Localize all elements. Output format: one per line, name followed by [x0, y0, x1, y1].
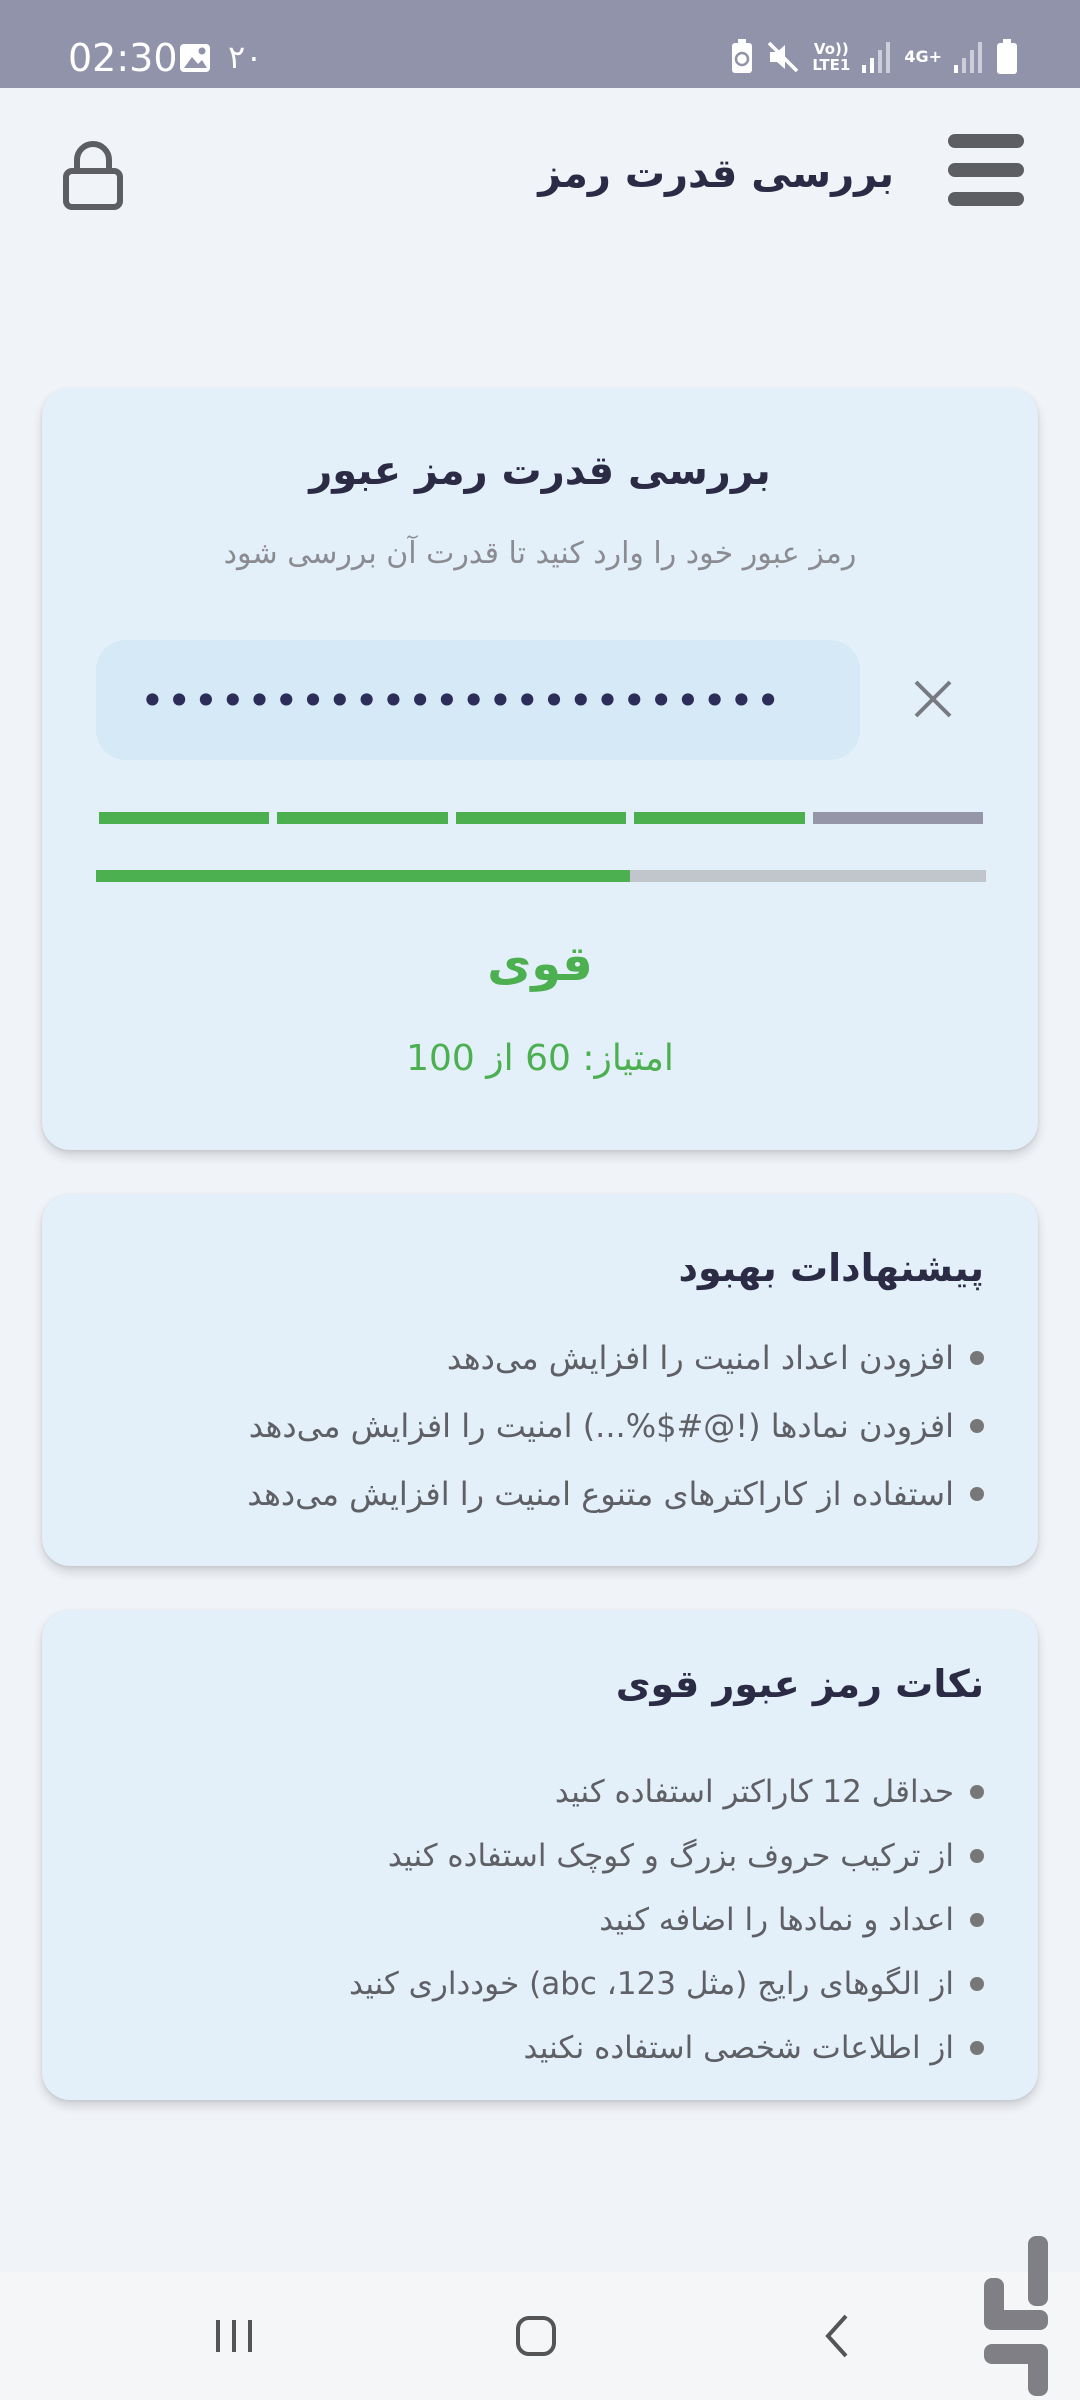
bullet-icon — [970, 1785, 984, 1799]
strength-segment — [634, 812, 805, 824]
notification-count: ۲۰ — [228, 38, 263, 76]
lock-icon[interactable] — [62, 140, 124, 210]
list-item: اعداد و نمادها را اضافه کنید — [82, 1888, 984, 1952]
network-type: 4G+ — [904, 47, 942, 66]
list-item: افزودن نمادها (!@#$%...) امنیت را افزایش… — [82, 1392, 984, 1460]
tips-list: حداقل 12 کاراکتر استفاده کنید از ترکیب ح… — [82, 1760, 984, 2080]
store-logo-icon — [984, 2236, 1048, 2396]
mute-icon — [768, 41, 799, 73]
list-item: حداقل 12 کاراکتر استفاده کنید — [82, 1760, 984, 1824]
recent-apps-icon[interactable] — [204, 2306, 264, 2366]
strength-segment — [277, 812, 448, 824]
checker-subtitle: رمز عبور خود را وارد کنید تا قدرت آن برر… — [223, 536, 857, 571]
list-item: از ترکیب حروف بزرگ و کوچک استفاده کنید — [82, 1824, 984, 1888]
list-item: افزودن اعداد امنیت را افزایش می‌دهد — [82, 1324, 984, 1392]
checker-title: بررسی قدرت رمز عبور — [309, 448, 771, 494]
status-time: 02:30 — [68, 36, 178, 80]
home-icon[interactable] — [506, 2306, 566, 2366]
password-input[interactable]: •••••••••••••••••••••••• — [96, 640, 860, 760]
battery-icon — [997, 39, 1017, 74]
list-item: استفاده از کاراکترهای متنوع امنیت را افز… — [82, 1460, 984, 1528]
tips-card: نکات رمز عبور قوی حداقل 12 کاراکتر استفا… — [42, 1610, 1038, 2100]
status-icons: Vo)) LTE1 4G+ — [730, 34, 1018, 80]
bullet-icon — [970, 1849, 984, 1863]
strength-segment — [812, 812, 984, 824]
signal-icon — [954, 42, 982, 73]
back-icon[interactable] — [808, 2306, 868, 2366]
strength-segment — [455, 812, 627, 824]
list-item: از الگوهای رایج (مثل 123، abc) خودداری ک… — [82, 1952, 984, 2016]
system-nav-bar — [0, 2272, 1080, 2400]
strength-progress-bar — [96, 870, 986, 882]
strength-segment — [99, 812, 270, 824]
strength-label: قوی — [487, 936, 593, 992]
bullet-icon — [970, 1487, 984, 1501]
strength-progress-fill — [96, 870, 630, 882]
bullet-icon — [970, 1977, 984, 1991]
battery-saver-icon — [732, 39, 753, 73]
suggestions-title: پیشنهادات بهبود — [678, 1246, 984, 1290]
bullet-icon — [970, 1351, 984, 1365]
bullet-icon — [970, 1913, 984, 1927]
image-icon — [180, 44, 210, 72]
suggestions-card: پیشنهادات بهبود افزودن اعداد امنیت را اف… — [42, 1194, 1038, 1566]
score-text: امتیاز: 60 از 100 — [406, 1038, 674, 1079]
strength-segments — [99, 812, 984, 824]
status-bar: 02:30 ۲۰ Vo)) LTE1 4G+ — [0, 0, 1080, 88]
strength-checker-card: بررسی قدرت رمز عبور رمز عبور خود را وارد… — [42, 388, 1038, 1150]
suggestions-list: افزودن اعداد امنیت را افزایش می‌دهد افزو… — [82, 1324, 984, 1528]
bullet-icon — [970, 2041, 984, 2055]
app-bar: بررسی قدرت رمز — [0, 88, 1080, 264]
clear-icon[interactable] — [908, 674, 958, 724]
app-title: بررسی قدرت رمز — [538, 151, 894, 197]
signal-icon — [862, 42, 891, 73]
bullet-icon — [970, 1419, 984, 1433]
tips-title: نکات رمز عبور قوی — [615, 1662, 984, 1706]
network-label: Vo)) LTE1 — [812, 40, 851, 74]
list-item: از اطلاعات شخصی استفاده نکنید — [82, 2016, 984, 2080]
hamburger-menu-icon[interactable] — [948, 132, 1024, 208]
